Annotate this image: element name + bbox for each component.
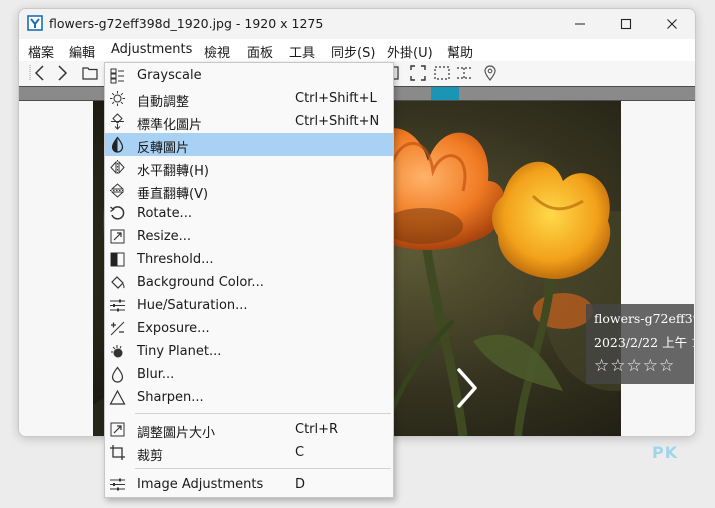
menu-item-label: 垂直翻轉(V) (137, 187, 209, 202)
sliders-icon (110, 299, 125, 312)
blur-drop-icon (111, 366, 124, 383)
menu-item-label: Sharpen... (137, 390, 204, 405)
menu-item-invert[interactable]: 反轉圖片 (105, 133, 393, 156)
menu-plugins[interactable]: 外掛(U) (387, 42, 433, 61)
adjustments-dropdown-menu: Grayscale 自動調整 Ctrl+Shift+L 標準化圖片 Ctrl+S… (104, 62, 394, 498)
menu-item-exposure[interactable]: Exposure... (105, 317, 393, 340)
minimize-button[interactable] (557, 9, 603, 39)
maximize-icon (620, 18, 632, 30)
menu-item-shortcut: Ctrl+Shift+L (295, 91, 377, 106)
menu-item-background-color[interactable]: Background Color... (105, 271, 393, 294)
menu-item-label: 調整圖片大小 (137, 426, 216, 441)
menu-file[interactable]: 檔案 (28, 42, 54, 61)
menu-item-image-adjustments[interactable]: Image Adjustments D (105, 473, 393, 496)
current-thumbnail-indicator (431, 87, 459, 100)
tiny-planet-icon (111, 345, 123, 358)
open-folder-icon[interactable] (81, 64, 99, 82)
crop-icon (110, 445, 125, 460)
menu-item-tiny-planet[interactable]: Tiny Planet... (105, 340, 393, 363)
image-info-panel: flowers-g72eff398d 2023/2/22 上午 10 ☆☆☆☆☆ (586, 304, 694, 384)
location-pin-icon[interactable] (481, 64, 499, 82)
info-date: 2023/2/22 上午 10 (594, 335, 694, 350)
menu-item-rotate[interactable]: Rotate... (105, 202, 393, 225)
menu-adjustments[interactable]: Adjustments (111, 42, 192, 57)
menu-item-label: 自動調整 (137, 95, 190, 110)
menu-item-label: 反轉圖片 (137, 141, 190, 156)
menu-item-label: Threshold... (137, 252, 214, 267)
menu-item-label: Image Adjustments (137, 477, 264, 492)
menu-view[interactable]: 檢視 (204, 42, 230, 61)
window-title: flowers-g72eff398d_1920.jpg - 1920 x 127… (49, 16, 324, 31)
threshold-icon (110, 252, 125, 267)
menu-item-label: Exposure... (137, 321, 210, 336)
sun-icon (110, 91, 125, 106)
rotate-icon (110, 206, 125, 220)
menu-item-label: Rotate... (137, 206, 192, 221)
menu-item-label: Grayscale (137, 68, 202, 83)
sharpen-triangle-icon (109, 389, 126, 405)
invert-icon (111, 136, 124, 153)
next-image-arrow-icon[interactable] (449, 366, 483, 410)
menu-item-label: 水平翻轉(H) (137, 164, 209, 179)
menu-item-label: 裁剪 (137, 449, 164, 464)
menu-item-label: Background Color... (137, 275, 264, 290)
close-icon (667, 19, 677, 29)
menu-sync[interactable]: 同步(S) (331, 42, 375, 61)
exposure-icon (110, 321, 125, 336)
menu-item-label: Resize... (137, 229, 192, 244)
menu-item-threshold[interactable]: Threshold... (105, 248, 393, 271)
paint-bucket-icon (111, 276, 125, 289)
menu-item-resize[interactable]: Resize... (105, 225, 393, 248)
maximize-button[interactable] (603, 9, 649, 39)
menu-item-label: Tiny Planet... (137, 344, 222, 359)
menu-item-crop[interactable]: 裁剪 C (105, 441, 393, 464)
menu-item-sharpen[interactable]: Sharpen... (105, 386, 393, 409)
menu-panel[interactable]: 面板 (247, 42, 273, 61)
close-button[interactable] (649, 9, 695, 39)
grayscale-icon (110, 68, 124, 84)
rating-stars[interactable]: ☆☆☆☆☆ (594, 356, 675, 376)
menu-item-shortcut: D (295, 477, 306, 492)
info-filename: flowers-g72eff398d (594, 311, 694, 326)
menu-item-label: Blur... (137, 367, 175, 382)
menu-help[interactable]: 幫助 (447, 42, 473, 61)
resize-image-icon (110, 422, 125, 437)
title-bar: flowers-g72eff398d_1920.jpg - 1920 x 127… (19, 9, 695, 39)
menu-separator (135, 413, 391, 414)
menu-item-hue-saturation[interactable]: Hue/Saturation... (105, 294, 393, 317)
menu-edit[interactable]: 編輯 (69, 42, 95, 61)
frameless-icon[interactable] (433, 64, 451, 82)
app-logo-icon (27, 15, 43, 31)
normalize-icon (111, 113, 124, 130)
menu-item-label: Hue/Saturation... (137, 298, 248, 313)
menu-item-blur[interactable]: Blur... (105, 363, 393, 386)
menu-item-label: 標準化圖片 (137, 118, 203, 133)
menu-item-flip-horizontal[interactable]: 水平翻轉(H) (105, 156, 393, 179)
slideshow-icon[interactable] (455, 64, 473, 82)
menu-separator (135, 468, 391, 469)
menu-item-auto-adjust[interactable]: 自動調整 Ctrl+Shift+L (105, 87, 393, 110)
previous-icon[interactable] (31, 64, 49, 82)
adjustments-icon (110, 478, 125, 491)
minimize-icon (575, 23, 585, 25)
menu-item-flip-vertical[interactable]: 垂直翻轉(V) (105, 179, 393, 202)
menu-item-shortcut: C (295, 445, 305, 460)
fullscreen-icon[interactable] (409, 64, 427, 82)
menu-bar: 檔案 編輯 Adjustments 檢視 面板 工具 同步(S) 外掛(U) 幫… (19, 39, 695, 61)
menu-item-shortcut: Ctrl+Shift+N (295, 114, 380, 129)
flip-horizontal-icon (110, 160, 125, 175)
menu-tools[interactable]: 工具 (289, 42, 315, 61)
menu-item-normalize[interactable]: 標準化圖片 Ctrl+Shift+N (105, 110, 393, 133)
menu-item-resize-image[interactable]: 調整圖片大小 Ctrl+R (105, 418, 393, 441)
menu-item-grayscale[interactable]: Grayscale (105, 64, 393, 87)
flip-vertical-icon (110, 183, 125, 198)
watermark-logo: PK (652, 443, 679, 462)
next-icon[interactable] (53, 64, 71, 82)
resize-icon (110, 229, 125, 244)
menu-item-shortcut: Ctrl+R (295, 422, 339, 437)
